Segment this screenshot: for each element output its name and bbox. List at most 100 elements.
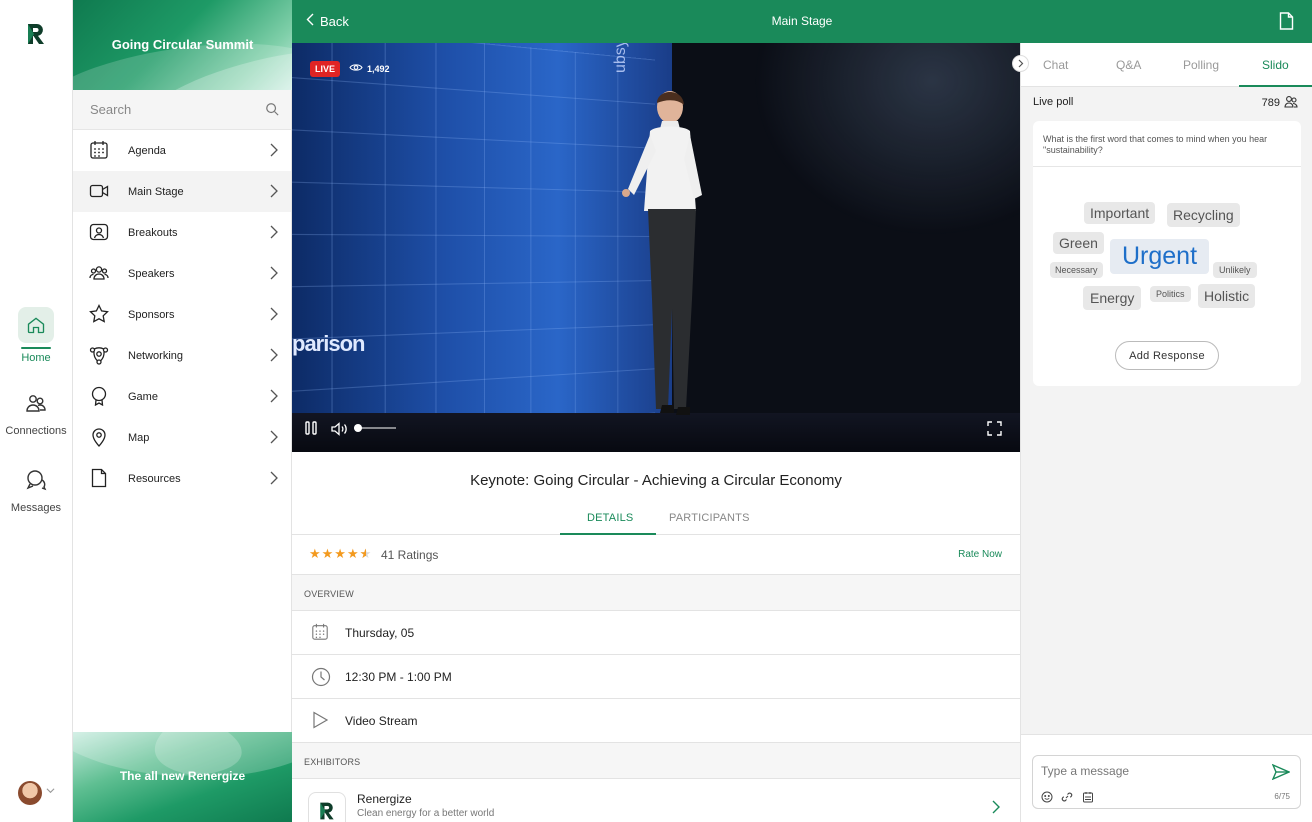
people-icon — [1284, 95, 1298, 111]
clock-icon — [311, 667, 331, 692]
speaker-figure — [622, 91, 702, 415]
tab-chat[interactable]: Chat — [1043, 58, 1068, 72]
breakouts-icon — [89, 222, 109, 242]
date-row: Thursday, 05 — [292, 611, 1020, 655]
screen-text: parison — [292, 331, 365, 356]
networking-icon — [89, 345, 109, 365]
engagement-panel: Chat Q&A Polling Slido Live poll 789 Wha… — [1012, 43, 1312, 822]
session-time: 12:30 PM - 1:00 PM — [345, 670, 452, 684]
search-input[interactable] — [73, 90, 292, 129]
session-title: Keynote: Going Circular - Achieving a Ci… — [470, 472, 842, 489]
word-chip[interactable]: Green — [1053, 232, 1104, 254]
document-icon[interactable] — [1279, 12, 1294, 35]
nav-item-label: Speakers — [128, 267, 175, 280]
nav-item-label: Main Stage — [128, 185, 184, 198]
user-avatar[interactable] — [18, 781, 42, 805]
add-response-button[interactable]: Add Response — [1115, 341, 1219, 370]
tab-participants[interactable]: PARTICIPANTS — [669, 512, 750, 524]
exhibitor-row[interactable]: Renergize Clean energy for a better worl… — [292, 778, 1020, 822]
word-chip-highlight[interactable]: Urgent — [1110, 239, 1210, 274]
nav-item-label: Resources — [128, 472, 181, 485]
word-chip[interactable]: Recycling — [1167, 203, 1240, 227]
nav-item-sponsors[interactable]: Sponsors — [73, 294, 291, 335]
promo-title: The all new Renergize — [119, 769, 246, 783]
word-chip[interactable]: Unlikely — [1213, 262, 1257, 278]
left-rail: Home Connections Messages — [0, 0, 73, 822]
chevron-right-icon — [992, 800, 1000, 819]
nav-item-breakouts[interactable]: Breakouts — [73, 212, 291, 253]
volume-slider[interactable] — [354, 424, 396, 432]
calendar-icon[interactable] — [1082, 790, 1094, 808]
send-icon[interactable] — [1271, 763, 1291, 785]
chevron-right-icon — [270, 389, 278, 408]
nav-item-networking[interactable]: Networking — [73, 335, 291, 376]
session-stream: Video Stream — [345, 714, 418, 728]
rail-item-messages[interactable]: Messages — [0, 462, 72, 514]
award-icon — [89, 386, 109, 407]
word-chip[interactable]: Politics — [1150, 286, 1191, 302]
nav-item-map[interactable]: Map — [73, 417, 291, 458]
message-composer: 6/75 — [1021, 734, 1312, 822]
top-bar: Back Main Stage — [292, 0, 1312, 43]
chevron-right-icon — [270, 348, 278, 367]
word-chip[interactable]: Necessary — [1050, 262, 1103, 278]
pause-icon[interactable] — [305, 421, 317, 440]
panel-tabs: Chat Q&A Polling Slido — [1021, 43, 1312, 87]
collapse-panel-button[interactable] — [1012, 55, 1029, 72]
time-row: 12:30 PM - 1:00 PM — [292, 655, 1020, 699]
chevron-right-icon — [270, 184, 278, 203]
event-title: Going Circular Summit — [111, 37, 254, 52]
rail-item-label: Home — [21, 352, 51, 364]
nav-item-resources[interactable]: Resources — [73, 458, 291, 499]
app-root: Home Connections Messages Going Circular… — [0, 0, 1312, 822]
search-icon[interactable] — [265, 102, 279, 121]
screen-vertical-text: ubsystem — [612, 43, 630, 73]
chevron-right-icon — [270, 471, 278, 490]
details-tabs: DETAILS PARTICIPANTS — [292, 504, 1020, 535]
volume-icon[interactable] — [331, 422, 348, 441]
chevron-right-icon — [1018, 55, 1024, 73]
nav-item-speakers[interactable]: Speakers — [73, 253, 291, 294]
fullscreen-icon[interactable] — [987, 421, 1002, 441]
nav-item-agenda[interactable]: Agenda — [73, 130, 291, 171]
live-poll-label: Live poll — [1033, 96, 1074, 108]
event-nav: Going Circular Summit Agenda Main Stage … — [73, 0, 292, 822]
play-icon — [311, 711, 329, 734]
word-chip[interactable]: Important — [1084, 202, 1156, 224]
poll-participants: 789 — [1262, 95, 1298, 111]
exhibitor-name: Renergize — [357, 792, 412, 806]
nav-item-main-stage[interactable]: Main Stage — [73, 171, 291, 212]
calendar-icon — [311, 623, 329, 646]
tab-polling[interactable]: Polling — [1183, 58, 1219, 72]
tab-details[interactable]: DETAILS — [587, 512, 633, 524]
word-chip[interactable]: Energy — [1083, 286, 1142, 310]
eye-icon — [349, 63, 363, 74]
rail-item-label: Connections — [5, 425, 67, 437]
link-icon[interactable] — [1061, 790, 1073, 808]
composer-box: 6/75 — [1032, 755, 1301, 809]
emoji-icon[interactable] — [1041, 790, 1053, 808]
rate-now-link[interactable]: Rate Now — [958, 549, 1002, 560]
tab-qa[interactable]: Q&A — [1116, 58, 1141, 72]
star-rating[interactable]: ★★★★★★ — [309, 546, 372, 562]
tab-slido[interactable]: Slido — [1262, 58, 1289, 72]
rail-item-label: Messages — [10, 502, 62, 514]
promo-banner[interactable]: The all new Renergize — [73, 732, 292, 822]
chevron-down-icon[interactable] — [46, 786, 55, 798]
live-badge: LIVE — [310, 61, 341, 77]
nav-item-game[interactable]: Game — [73, 376, 291, 417]
overview-label: OVERVIEW — [292, 575, 1020, 611]
rail-item-home[interactable]: Home — [0, 307, 72, 364]
word-chip[interactable]: Holistic — [1198, 284, 1256, 308]
ratings-count: 41 Ratings — [381, 548, 439, 562]
exhibitor-logo — [308, 792, 346, 822]
video-player[interactable]: parison ubsystem LIVE 1,492 — [292, 43, 1020, 452]
screen-grid — [292, 43, 655, 452]
message-input[interactable] — [1041, 762, 1261, 780]
nav-item-label: Networking — [128, 349, 184, 362]
app-logo[interactable] — [24, 22, 48, 46]
document-icon — [89, 468, 109, 488]
rail-item-connections[interactable]: Connections — [0, 385, 72, 437]
nav-item-label: Map — [128, 431, 150, 444]
viewer-count: 1,492 — [349, 63, 390, 74]
